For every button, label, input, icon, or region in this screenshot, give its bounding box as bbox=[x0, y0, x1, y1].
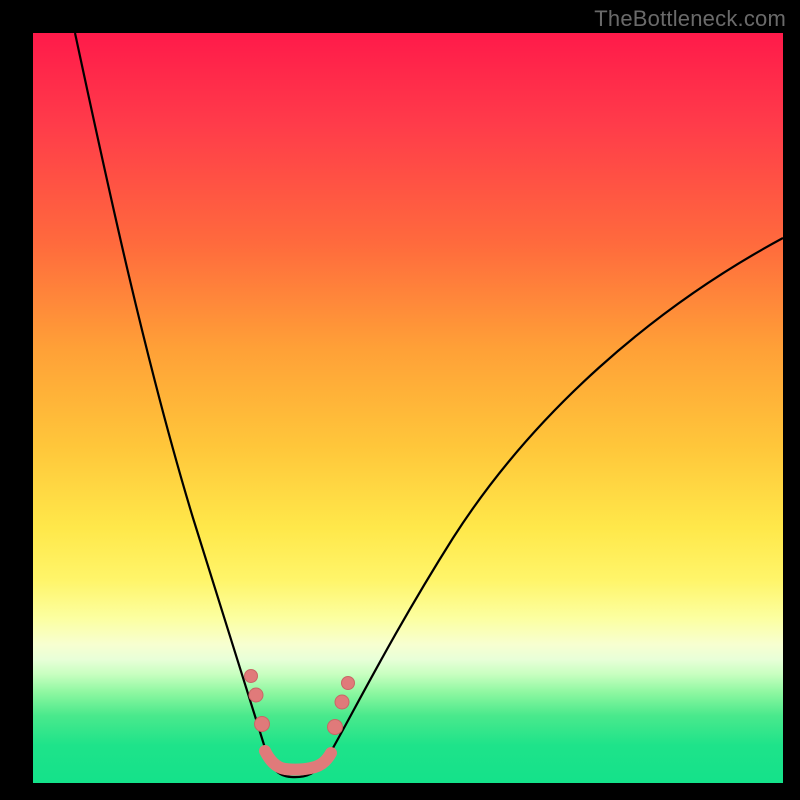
marker-dot bbox=[255, 717, 270, 732]
marker-dot bbox=[249, 688, 263, 702]
marker-dot bbox=[342, 677, 355, 690]
marker-dot bbox=[335, 695, 349, 709]
marker-dot bbox=[328, 720, 343, 735]
bottleneck-curve bbox=[75, 33, 783, 777]
plot-area bbox=[33, 33, 783, 783]
valley-floor-stroke bbox=[265, 751, 331, 770]
watermark-text: TheBottleneck.com bbox=[594, 6, 786, 32]
chart-svg bbox=[33, 33, 783, 783]
marker-dot bbox=[245, 670, 258, 683]
chart-frame: TheBottleneck.com bbox=[0, 0, 800, 800]
